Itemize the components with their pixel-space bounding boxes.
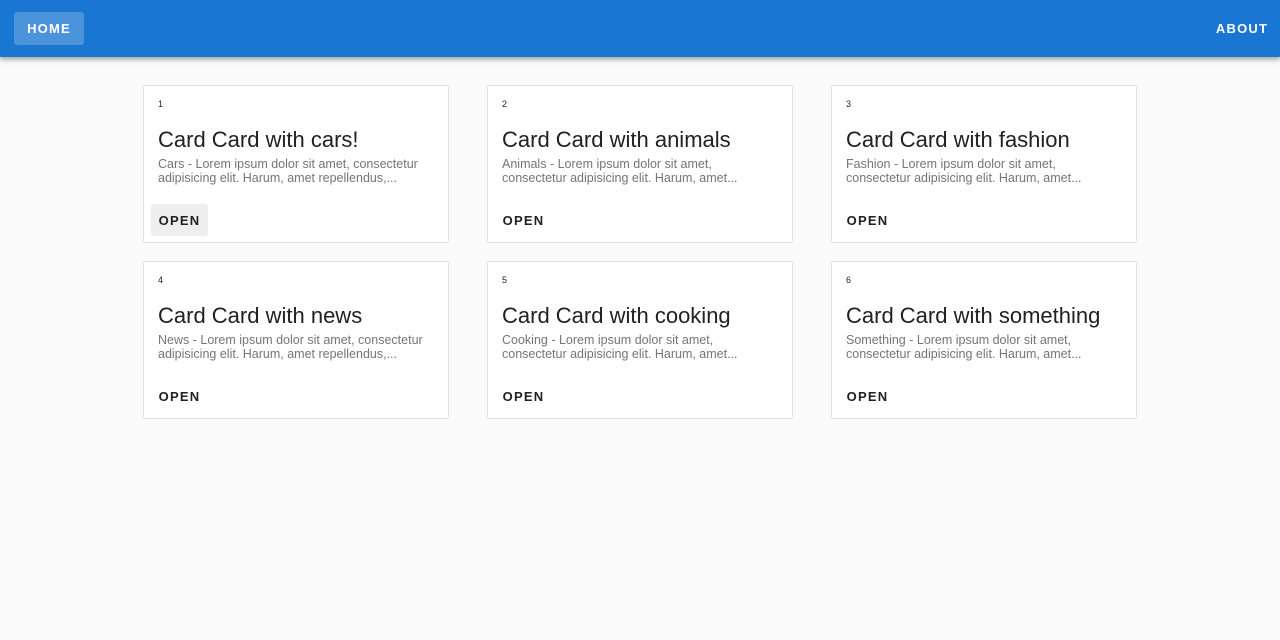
card-description: Something - Lorem ipsum dolor sit amet, …	[846, 333, 1082, 361]
card-title: Card Card with something	[846, 303, 1101, 328]
card-description: News - Lorem ipsum dolor sit amet, conse…	[158, 333, 423, 361]
card-number: 5	[502, 275, 508, 285]
card-number: 1	[158, 99, 164, 109]
home-button[interactable]: HOME	[14, 12, 84, 45]
card-description: Fashion - Lorem ipsum dolor sit amet, co…	[846, 157, 1082, 185]
card-news: 4 Card Card with news News - Lorem ipsum…	[143, 261, 449, 419]
card-title: Card Card with animals	[502, 127, 731, 152]
app-bar: HOME ABOUT	[0, 0, 1280, 57]
card-number: 4	[158, 275, 164, 285]
card-description: Cooking - Lorem ipsum dolor sit amet, co…	[502, 333, 738, 361]
open-button[interactable]: OPEN	[151, 204, 208, 236]
card-description: Animals - Lorem ipsum dolor sit amet, co…	[502, 157, 738, 185]
card-title: Card Card with cooking	[502, 303, 731, 328]
card-number: 2	[502, 99, 508, 109]
card-description: Cars - Lorem ipsum dolor sit amet, conse…	[158, 157, 418, 185]
card-something: 6 Card Card with something Something - L…	[831, 261, 1137, 419]
card-animals: 2 Card Card with animals Animals - Lorem…	[487, 85, 793, 243]
open-button[interactable]: OPEN	[839, 204, 896, 236]
card-title: Card Card with cars!	[158, 127, 359, 152]
open-button[interactable]: OPEN	[151, 380, 208, 412]
open-button[interactable]: OPEN	[495, 380, 552, 412]
card-cars: 1 Card Card with cars! Cars - Lorem ipsu…	[143, 85, 449, 243]
about-button[interactable]: ABOUT	[1212, 12, 1272, 45]
card-title: Card Card with fashion	[846, 127, 1070, 152]
card-fashion: 3 Card Card with fashion Fashion - Lorem…	[831, 85, 1137, 243]
card-title: Card Card with news	[158, 303, 363, 328]
open-button[interactable]: OPEN	[495, 204, 552, 236]
card-number: 3	[846, 99, 852, 109]
open-button[interactable]: OPEN	[839, 380, 896, 412]
card-number: 6	[846, 275, 852, 285]
card-cooking: 5 Card Card with cooking Cooking - Lorem…	[487, 261, 793, 419]
